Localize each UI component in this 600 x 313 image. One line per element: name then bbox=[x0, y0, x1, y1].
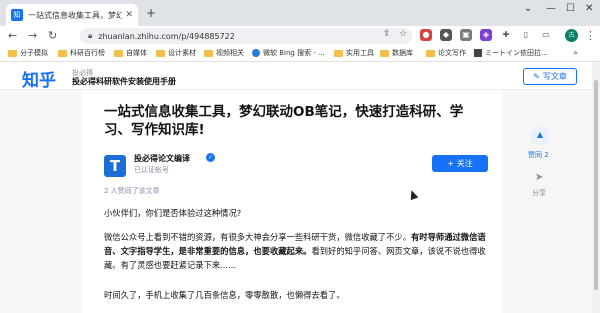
pencil-icon: ✎ bbox=[533, 72, 540, 81]
sidebar-panel-icon[interactable]: ▯ bbox=[520, 29, 532, 41]
bookmark-star-icon[interactable]: ☆ bbox=[399, 29, 407, 39]
bing-icon bbox=[252, 49, 260, 57]
page-title: 一站式信息收集工具，梦幻联动OB笔记，快速打造科研、学习、写作知识库! bbox=[104, 104, 464, 138]
share-label[interactable]: 分享 bbox=[532, 188, 546, 198]
bookmark-folder[interactable]: 论文写作 bbox=[426, 48, 466, 58]
url-text: zhuanlan.zhihu.com/p/494885722 bbox=[98, 31, 235, 41]
chevron-down-icon[interactable]: ⌄ bbox=[524, 3, 532, 14]
bookmark-folder[interactable]: 分子模拟 bbox=[8, 48, 48, 58]
upvote-label[interactable]: 赞同 2 bbox=[528, 150, 549, 160]
paragraph: 小伙伴们，你们是否体验过这种情况? bbox=[104, 208, 242, 218]
tab-strip: 知 一站式信息收集工具，梦幻联 ✕ + ⌄ — ☐ ✕ bbox=[0, 0, 600, 26]
extension-red-icon[interactable]: ● bbox=[420, 29, 432, 41]
folder-icon bbox=[114, 49, 123, 57]
bookmark-folder[interactable]: 科研百行榜 bbox=[58, 48, 105, 58]
verified-badge-icon: ✓ bbox=[206, 153, 215, 162]
close-icon[interactable]: ✕ bbox=[125, 10, 133, 20]
extension-obsidian-icon[interactable]: ◈ bbox=[480, 29, 492, 41]
write-article-button[interactable]: ✎ 写文章 bbox=[523, 68, 577, 85]
site-header: 知乎 投必得 投必得科研软件安装使用手册 ✎ 写文章 bbox=[0, 62, 600, 91]
extensions-puzzle-icon[interactable]: ✚ bbox=[500, 29, 512, 41]
author-name[interactable]: 投必得论文编译 bbox=[134, 153, 190, 164]
extension-clipper-icon[interactable]: ◆ bbox=[440, 29, 452, 41]
folder-icon bbox=[334, 49, 343, 57]
scrollbar-thumb[interactable] bbox=[594, 80, 598, 290]
bookmark-folder[interactable]: 实用工具 bbox=[334, 48, 374, 58]
column-title[interactable]: 投必得科研软件安装使用手册 bbox=[72, 76, 176, 87]
reload-icon[interactable]: ↻ bbox=[48, 29, 57, 42]
zhihu-favicon-icon: 知 bbox=[11, 9, 23, 21]
upvote-button[interactable]: ▲ bbox=[530, 125, 550, 145]
more-bookmarks-icon[interactable]: » bbox=[573, 48, 578, 57]
bookmark-bing[interactable]: 微软 Bing 搜索 - ... bbox=[252, 48, 325, 58]
browser-tab[interactable]: 知 一站式信息收集工具，梦幻联 ✕ bbox=[6, 4, 138, 26]
share-page-icon[interactable]: ⇪ bbox=[383, 29, 391, 39]
extension-gray-icon[interactable]: ▣ bbox=[460, 29, 472, 41]
author-subtitle: 已认证帐号 bbox=[134, 166, 169, 174]
folder-icon bbox=[58, 49, 67, 57]
follow-button[interactable]: + 关注 bbox=[432, 155, 488, 172]
address-toolbar: ← → ↻ 🔒︎ zhuanlan.zhihu.com/p/494885722 … bbox=[0, 26, 600, 46]
back-icon[interactable]: ← bbox=[8, 29, 17, 42]
bookmark-folder[interactable]: 视频相关 bbox=[204, 48, 244, 58]
folder-icon bbox=[426, 49, 435, 57]
tab-title: 一站式信息收集工具，梦幻联 bbox=[28, 10, 123, 20]
bookmark-folder[interactable]: 数据库 bbox=[380, 48, 413, 58]
bookmarks-bar: 分子模拟 科研百行榜 自媒体 设计素材 视频相关 微软 Bing 搜索 - ..… bbox=[0, 46, 600, 62]
url-bar[interactable]: 🔒︎ zhuanlan.zhihu.com/p/494885722 bbox=[80, 28, 412, 44]
folder-icon bbox=[156, 49, 165, 57]
bookmark-folder[interactable]: 设计素材 bbox=[156, 48, 196, 58]
new-tab-icon[interactable]: + bbox=[146, 6, 156, 20]
menu-icon[interactable]: ⋮ bbox=[585, 29, 596, 42]
lock-icon[interactable]: 🔒︎ bbox=[88, 31, 92, 41]
share-icon[interactable]: ➤ bbox=[535, 172, 543, 183]
window-close-icon[interactable]: ✕ bbox=[585, 3, 593, 14]
forward-icon[interactable]: → bbox=[28, 29, 37, 42]
article-card: 一站式信息收集工具，梦幻联动OB笔记，快速打造科研、学习、写作知识库! T 投必… bbox=[82, 90, 502, 313]
paragraph: 时间久了，手机上收集了几百条信息，零零散散，也懒得去看了。 bbox=[104, 290, 345, 300]
bookmark-folder[interactable]: 自媒体 bbox=[114, 48, 147, 58]
likes-count: 2 人赞同了该文章 bbox=[104, 187, 160, 195]
site-icon bbox=[474, 49, 482, 57]
avatar[interactable]: T bbox=[104, 155, 126, 177]
zhihu-logo[interactable]: 知乎 bbox=[22, 66, 56, 91]
minimize-icon[interactable]: — bbox=[546, 3, 556, 14]
folder-icon bbox=[8, 49, 17, 57]
bookmark-link[interactable]: ミートイン依田拉... bbox=[474, 48, 548, 58]
paragraph: 微信公众号上看到不错的资源，有很多大神会分享一些科研干货，微信收藏了不少。有时导… bbox=[104, 232, 486, 270]
avatar[interactable]: 古 bbox=[565, 29, 578, 42]
maximize-icon[interactable]: ☐ bbox=[566, 3, 575, 14]
folder-icon bbox=[380, 49, 389, 57]
folder-icon bbox=[204, 49, 213, 57]
split-screen-icon[interactable]: ▭ bbox=[540, 29, 552, 41]
